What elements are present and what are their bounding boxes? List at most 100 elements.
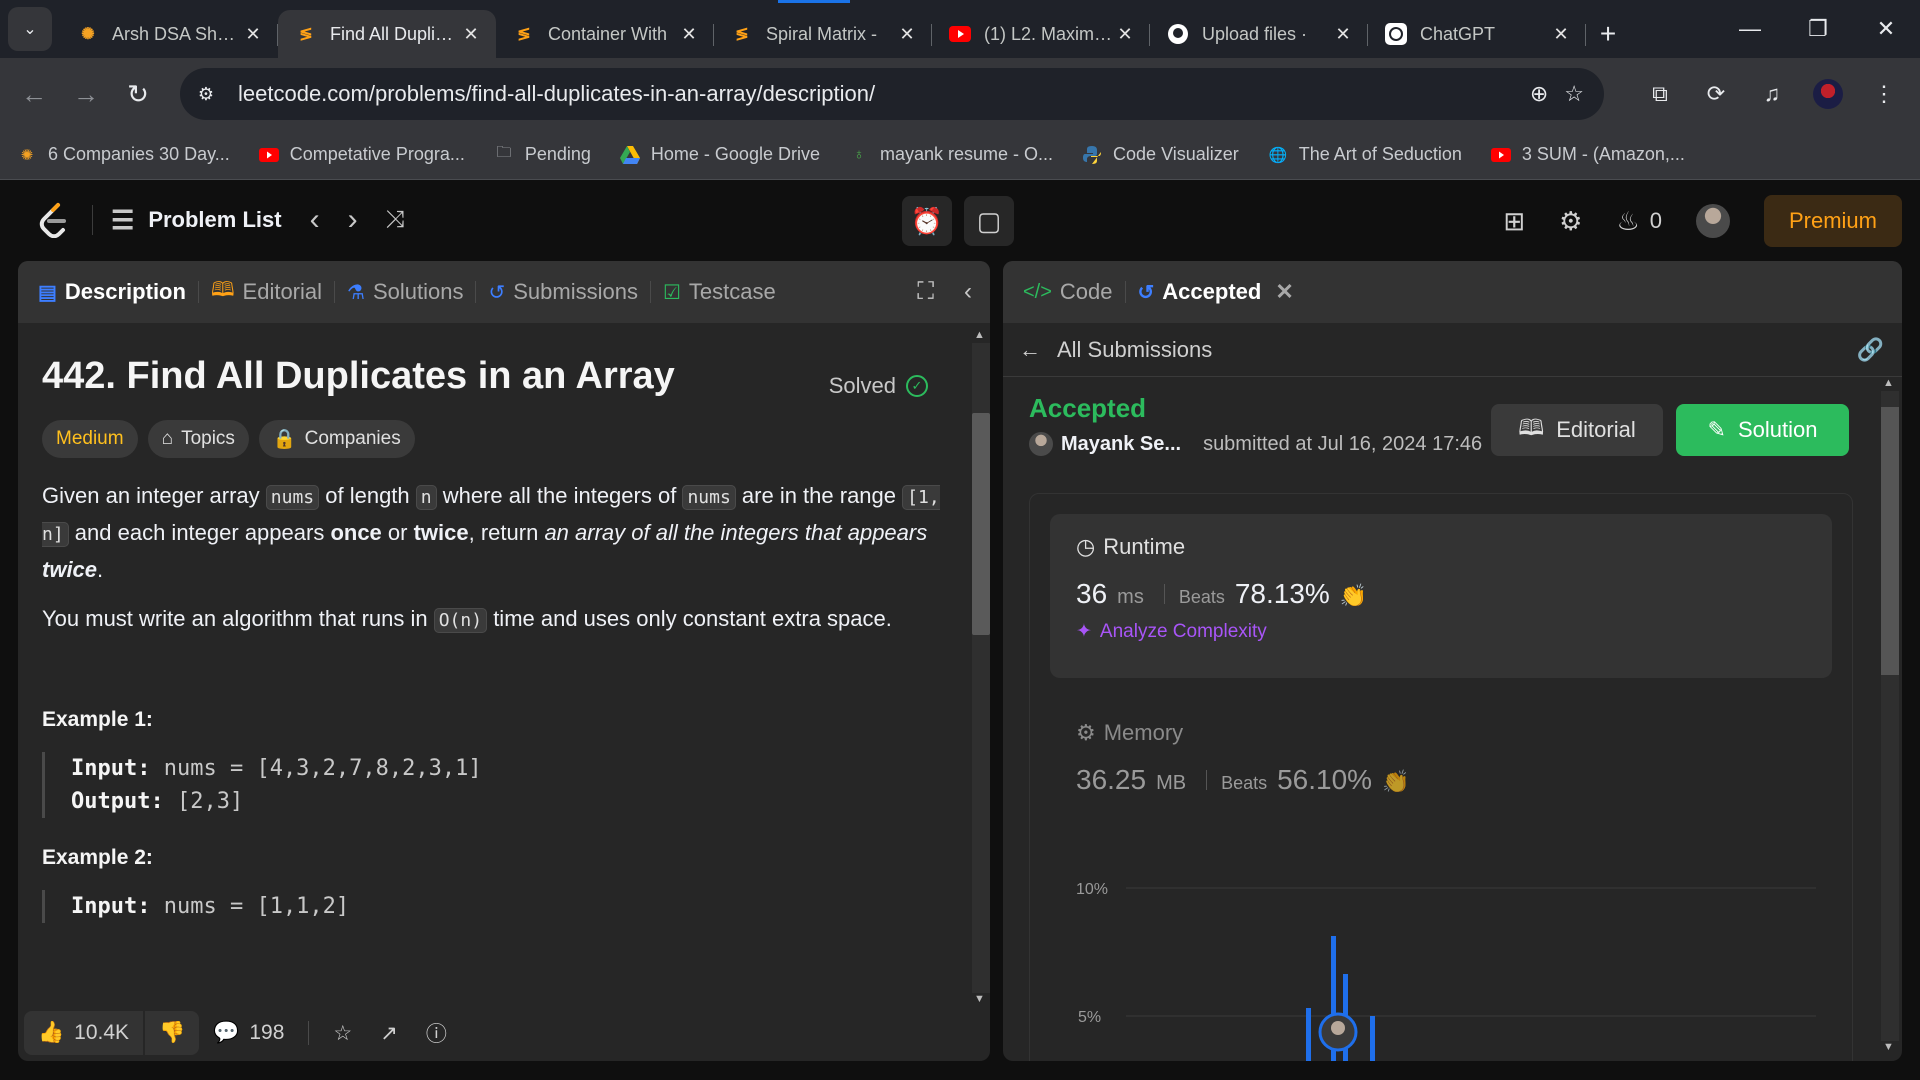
bookmark[interactable]: 🗀 Pending [493, 144, 591, 166]
shuffle-icon[interactable]: ⤨ [386, 206, 405, 234]
bookmark[interactable]: 3 SUM - (Amazon,... [1490, 144, 1685, 166]
bookmark[interactable]: Competative Progra... [258, 144, 465, 166]
close-icon[interactable]: ✕ [460, 24, 482, 45]
address-bar[interactable]: ⚙ leetcode.com/problems/find-all-duplica… [180, 68, 1604, 120]
scroll-up-icon[interactable]: ▲ [974, 329, 985, 341]
bookmark[interactable]: 🌐 The Art of Seduction [1267, 144, 1461, 166]
browser-tab[interactable]: ≶ Spiral Matrix - ✕ [714, 10, 932, 58]
tab-code[interactable]: </> Code [1023, 279, 1125, 305]
companies-tag[interactable]: 🔒 Companies [258, 420, 415, 458]
editorial-button[interactable]: 🕮 Editorial [1491, 404, 1663, 456]
notes-icon[interactable]: ▢ [964, 196, 1014, 246]
scroll-thumb[interactable] [1881, 407, 1899, 675]
browser-tab[interactable]: ✺ Arsh DSA Sheet ✕ [60, 10, 278, 58]
all-submissions-link[interactable]: All Submissions [1057, 337, 1212, 363]
help-button[interactable]: ⓘ [412, 1011, 461, 1055]
flame-icon: ✺ [20, 146, 34, 164]
close-icon[interactable]: ✕ [896, 24, 918, 45]
bookmark[interactable]: Code Visualizer [1081, 144, 1239, 166]
share-button[interactable]: ↗ [366, 1011, 412, 1055]
close-icon[interactable]: ✕ [678, 24, 700, 45]
leetcode-logo-icon[interactable] [34, 200, 74, 240]
close-icon[interactable]: ✕ [1114, 24, 1136, 45]
reload-icon[interactable]: ↻ [112, 68, 164, 120]
grid-layout-icon[interactable]: ⊞ [1503, 206, 1525, 237]
user-avatar [1331, 1021, 1345, 1035]
bookmark[interactable]: ♁ mayank resume - O... [848, 144, 1053, 166]
zoom-icon[interactable]: ⊕ [1530, 81, 1548, 107]
scroll-thumb[interactable] [972, 413, 990, 635]
performance-icon[interactable]: ⟳ [1690, 68, 1742, 120]
favorite-button[interactable]: ☆ [319, 1011, 366, 1055]
analyze-complexity-link[interactable]: ✦ Analyze Complexity [1076, 620, 1806, 643]
check-circle-icon: ✓ [906, 375, 928, 397]
url-text[interactable]: leetcode.com/problems/find-all-duplicate… [238, 81, 1530, 107]
next-problem-icon[interactable]: › [348, 203, 358, 237]
comments-button[interactable]: 💬 198 [199, 1011, 298, 1055]
collapse-icon[interactable]: ‹ [964, 278, 972, 306]
bookmark-star-icon[interactable]: ☆ [1564, 81, 1584, 107]
close-icon[interactable]: ✕ [242, 24, 264, 45]
close-window-icon[interactable]: ✕ [1852, 0, 1920, 58]
submission-scrollbar[interactable]: ▲ ▼ [1878, 377, 1899, 1057]
user-avatar[interactable] [1696, 204, 1730, 238]
close-icon[interactable]: ✕ [1550, 24, 1572, 45]
clap-icon: 👏 [1382, 769, 1410, 794]
tab-solutions[interactable]: ⚗ Solutions [347, 279, 475, 305]
scroll-down-icon[interactable]: ▼ [974, 993, 985, 1005]
restore-icon[interactable]: ❐ [1784, 0, 1852, 58]
timer-icon[interactable]: ⏰ [902, 196, 952, 246]
description-scrollbar[interactable]: ▲ ▼ [968, 329, 990, 1009]
topics-tag[interactable]: ⌂ Topics [147, 420, 249, 458]
tab-editorial[interactable]: 🕮 Editorial [211, 275, 334, 309]
tab-submissions[interactable]: ↺ Submissions [488, 279, 649, 305]
submitter-name[interactable]: Mayank Se... [1061, 433, 1181, 456]
tab-separator [475, 281, 477, 303]
streak-counter[interactable]: ♨ 0 [1616, 206, 1662, 237]
bookmark[interactable]: Home - Google Drive [619, 144, 820, 166]
browser-tab-active[interactable]: ≶ Find All Duplicates ✕ [278, 10, 496, 58]
problem-list-label: Problem List [148, 207, 282, 232]
tab-accepted[interactable]: ↺ Accepted ✕ [1138, 279, 1306, 305]
memory-label: Memory [1103, 720, 1184, 745]
bookmark[interactable]: ✺ 6 Companies 30 Day... [16, 144, 230, 166]
text: . [97, 557, 104, 582]
forward-icon[interactable]: → [60, 68, 112, 120]
problem-title: 442. Find All Duplicates in an Array [42, 355, 675, 397]
flask-icon: ⚗ [347, 281, 365, 304]
problem-list-button[interactable]: ☰ Problem List [111, 205, 282, 236]
memory-card[interactable]: ⚙ Memory 36.25 MB Beats 56.10% 👏 [1076, 720, 1409, 796]
tab-search-icon[interactable]: ⌄ [8, 7, 52, 51]
tab-testcase[interactable]: ☑ Testcase [663, 279, 788, 305]
extensions-icon[interactable]: ⧉ [1634, 68, 1686, 120]
site-info-icon[interactable]: ⚙ [186, 74, 226, 114]
tab-description[interactable]: ▤ Description [38, 279, 198, 305]
prev-problem-icon[interactable]: ‹ [310, 203, 320, 237]
new-tab-button[interactable]: + [1586, 10, 1630, 58]
browser-tab[interactable]: Upload files · ✕ [1150, 10, 1368, 58]
upvote-button[interactable]: 👍 10.4K [24, 1011, 144, 1055]
premium-button[interactable]: Premium [1764, 195, 1902, 247]
minimize-icon[interactable]: — [1716, 0, 1784, 58]
link-icon[interactable]: 🔗 [1857, 337, 1884, 363]
runtime-card[interactable]: ◷ Runtime 36 ms Beats 78.13% 👏 ✦ Analyze C… [1050, 514, 1832, 678]
scroll-down-icon[interactable]: ▼ [1883, 1041, 1894, 1053]
downvote-button[interactable]: 👎 [145, 1011, 200, 1055]
maximize-icon[interactable]: ⛶ [917, 278, 934, 306]
tab-title: (1) L2. Maximum [984, 23, 1114, 44]
profile-avatar[interactable] [1813, 79, 1843, 109]
close-icon[interactable]: ✕ [1332, 24, 1354, 45]
close-icon[interactable]: ✕ [1275, 279, 1293, 305]
scroll-up-icon[interactable]: ▲ [1883, 377, 1894, 389]
media-control-icon[interactable]: ♫ [1746, 68, 1798, 120]
browser-tab[interactable]: (1) L2. Maximum ✕ [932, 10, 1150, 58]
back-arrow-icon[interactable]: ← [1019, 337, 1041, 363]
chrome-menu-icon[interactable]: ⋮ [1858, 68, 1910, 120]
solution-button[interactable]: ✎ Solution [1676, 404, 1849, 456]
browser-tab[interactable]: ≶ Container With ✕ [496, 10, 714, 58]
profile-avatar-wrap[interactable] [1802, 68, 1854, 120]
memory-unit: MB [1156, 772, 1187, 794]
settings-gear-icon[interactable]: ⚙ [1559, 206, 1582, 237]
browser-tab[interactable]: ChatGPT ✕ [1368, 10, 1586, 58]
back-icon[interactable]: ← [8, 68, 60, 120]
